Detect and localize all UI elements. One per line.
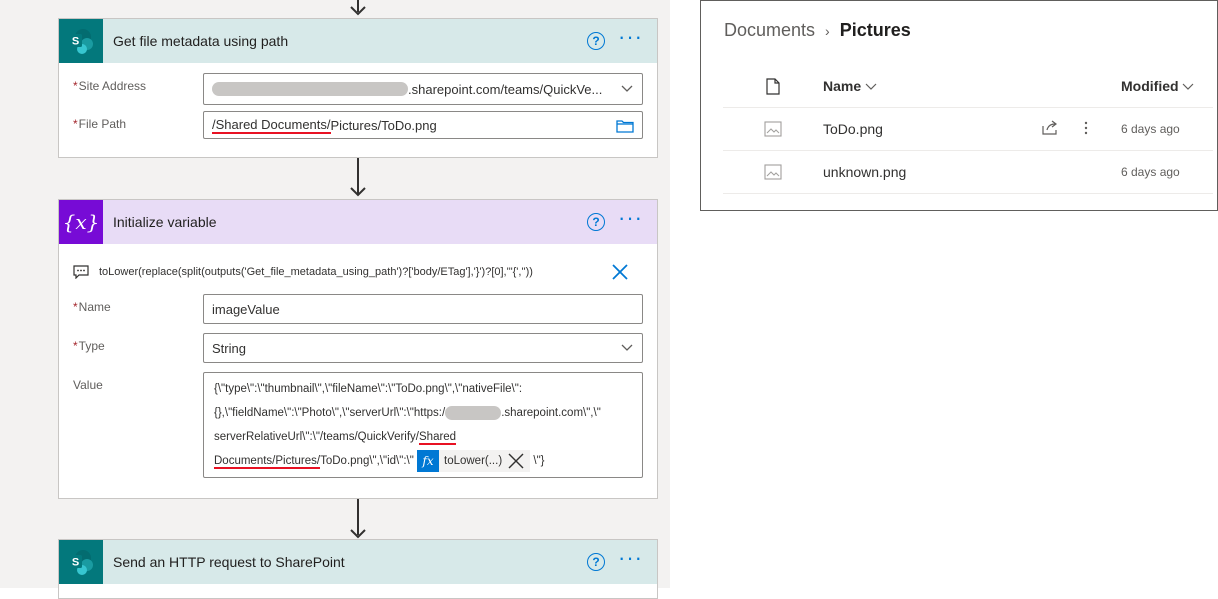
file-modified: 6 days ago — [1121, 165, 1180, 179]
value-highlight: Documents/Pictures/ — [214, 455, 321, 469]
file-path-highlight: /Shared Documents/ — [212, 116, 331, 134]
sharepoint-icon: S — [59, 540, 103, 584]
close-icon[interactable] — [611, 263, 629, 281]
sharepoint-icon: S — [59, 19, 103, 63]
token-label: toLower(...) — [444, 454, 503, 467]
action-card-initialize-variable[interactable]: {x} Initialize variable ? ··· toLower(re… — [58, 199, 658, 499]
card-title: Initialize variable — [113, 214, 217, 230]
value-text: {},\"fieldName\":\"Photo\",\"serverUrl\"… — [214, 407, 446, 419]
type-label: *Type — [73, 339, 105, 353]
help-icon[interactable]: ? — [587, 32, 605, 50]
value-text: .sharepoint.com\",\" — [501, 407, 601, 419]
more-options-icon[interactable]: ··· — [618, 547, 643, 569]
card-header[interactable]: S Get file metadata using path ? ··· — [59, 19, 657, 63]
value-text: \"} — [533, 455, 545, 467]
more-options-icon[interactable]: ··· — [618, 26, 643, 48]
column-name-header[interactable]: Name — [823, 78, 1121, 94]
value-text: ToDo.png\",\"id\":\" — [320, 455, 414, 467]
redacted-text — [445, 405, 502, 420]
file-path-label: *File Path — [73, 117, 127, 131]
card-title: Get file metadata using path — [113, 33, 289, 49]
type-value: String — [212, 340, 246, 356]
svg-text:S: S — [72, 36, 79, 48]
site-address-label: *Site Address — [73, 79, 147, 93]
more-actions-icon[interactable] — [1081, 120, 1091, 136]
action-card-send-http-request[interactable]: S Send an HTTP request to SharePoint ? ·… — [58, 539, 658, 599]
expression-text: toLower(replace(split(outputs('Get_file_… — [99, 266, 533, 278]
chevron-down-icon — [621, 85, 633, 92]
breadcrumb-pictures: Pictures — [839, 20, 911, 40]
chevron-down-icon — [621, 344, 633, 351]
help-icon[interactable]: ? — [587, 553, 605, 571]
site-address-dropdown[interactable]: .sharepoint.com/teams/QuickVe... — [203, 73, 643, 105]
connector-arrow — [348, 158, 368, 198]
chevron-down-icon — [1183, 83, 1194, 90]
value-highlight: Shared — [419, 431, 457, 445]
connector-arrow — [348, 0, 368, 18]
value-text: serverRelativeUrl\":\"/teams/QuickVerify… — [214, 431, 419, 443]
type-dropdown[interactable]: String — [203, 333, 643, 363]
card-header[interactable]: S Send an HTTP request to SharePoint ? ·… — [59, 540, 657, 584]
comment-icon — [73, 265, 89, 279]
action-card-get-file-metadata[interactable]: S Get file metadata using path ? ··· *Si… — [58, 18, 658, 158]
name-input[interactable]: imageValue — [203, 294, 643, 324]
file-type-icon[interactable] — [766, 77, 780, 95]
connector-arrow — [348, 499, 368, 539]
file-path-input[interactable]: /Shared Documents/Pictures/ToDo.png — [203, 111, 643, 139]
redacted-text — [212, 82, 408, 96]
value-input[interactable]: {\"type\":\"thumbnail\",\"fileName\":\"T… — [203, 372, 643, 478]
more-options-icon[interactable]: ··· — [618, 207, 643, 229]
file-name[interactable]: unknown.png — [823, 164, 1121, 180]
card-header[interactable]: {x} Initialize variable ? ··· — [59, 200, 657, 244]
chevron-down-icon — [865, 83, 877, 90]
folder-icon[interactable] — [616, 119, 634, 133]
share-icon[interactable] — [1041, 120, 1059, 136]
svg-text:S: S — [72, 557, 79, 569]
column-modified-header[interactable]: Modified — [1121, 78, 1213, 94]
help-icon[interactable]: ? — [587, 213, 605, 231]
card-title: Send an HTTP request to SharePoint — [113, 554, 345, 570]
flow-designer-canvas: S Get file metadata using path ? ··· *Si… — [0, 0, 670, 599]
expression-bar[interactable]: toLower(replace(split(outputs('Get_file_… — [73, 256, 643, 288]
image-file-icon — [764, 164, 782, 180]
breadcrumb-documents[interactable]: Documents — [724, 20, 815, 41]
variable-icon: {x} — [59, 200, 103, 244]
file-modified: 6 days ago — [1121, 122, 1180, 136]
list-item[interactable]: ToDo.png 6 days ago — [723, 108, 1213, 151]
image-file-icon — [764, 121, 782, 137]
name-label: *Name — [73, 300, 111, 314]
file-list: Name Modified ToDo.png 6 days ago unknow… — [723, 65, 1213, 194]
value-label: Value — [73, 378, 103, 392]
breadcrumb-separator: › — [825, 22, 830, 39]
breadcrumb: Documents › Pictures — [724, 20, 911, 41]
value-text: {\"type\":\"thumbnail\",\"fileName\":\"T… — [214, 383, 523, 395]
sharepoint-library-panel: Documents › Pictures Name Modified ToDo.… — [700, 0, 1218, 211]
dynamic-expression-token[interactable]: fx toLower(...) — [417, 449, 531, 472]
file-path-rest: Pictures/ToDo.png — [330, 117, 437, 133]
list-item[interactable]: unknown.png 6 days ago — [723, 151, 1213, 194]
fx-icon: fx — [417, 449, 439, 472]
remove-token-icon[interactable] — [506, 453, 526, 469]
file-list-header: Name Modified — [723, 65, 1213, 108]
site-address-value: .sharepoint.com/teams/QuickVe... — [408, 81, 603, 97]
